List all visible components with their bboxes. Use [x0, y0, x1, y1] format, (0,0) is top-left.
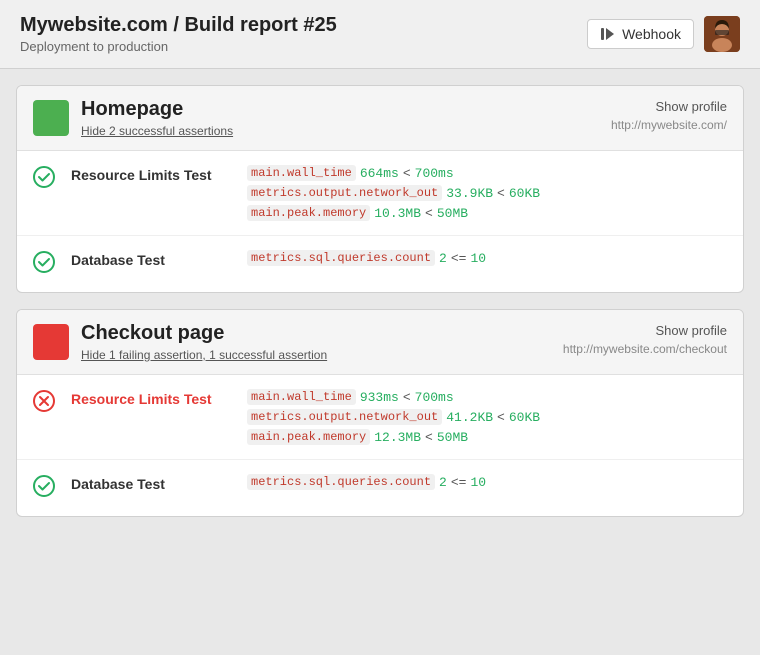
assertions-toggle-homepage[interactable]: Hide 2 successful assertions	[81, 124, 233, 138]
test-metrics-database-2: metrics.sql.queries.count 2 <=10	[247, 474, 486, 490]
metric-limit: 10	[470, 251, 486, 266]
metric-value: 12.3MB	[374, 430, 421, 445]
metric-line-database-0: metrics.sql.queries.count 2 <=10	[247, 250, 486, 266]
metric-operator: <	[497, 186, 505, 201]
test-metrics-resource-limits: main.wall_time 664ms <700ms metrics.output.…	[247, 165, 540, 221]
metric-limit: 700ms	[415, 166, 454, 181]
webhook-play-icon	[600, 26, 616, 42]
section-url-checkout: http://mywebsite.com/checkout	[563, 342, 727, 356]
test-status-icon-resource-limits-2	[33, 390, 55, 417]
section-name-checkout: Checkout page	[81, 322, 327, 345]
test-status-icon-resource-limits	[33, 166, 55, 193]
metric-line-resource-limits-2-1: metrics.output.network_out 41.2KB <60KB	[247, 409, 540, 425]
metric-limit: 50MB	[437, 206, 468, 221]
status-square-checkout	[33, 324, 69, 360]
header-left: Mywebsite.com / Build report #25 Deploym…	[20, 14, 337, 54]
section-card-checkout: Checkout page Hide 1 failing assertion, 1…	[16, 309, 744, 517]
test-row-resource-limits-2: Resource Limits Test main.wall_time 933ms <…	[17, 375, 743, 460]
metric-value: 2	[439, 251, 447, 266]
test-status-icon-database	[33, 251, 55, 278]
metric-value: 10.3MB	[374, 206, 421, 221]
metric-operator: <	[425, 430, 433, 445]
section-card-homepage: Homepage Hide 2 successful assertions Show…	[16, 85, 744, 293]
metric-key: metrics.output.network_out	[247, 409, 442, 425]
metric-value: 664ms	[360, 166, 399, 181]
metric-key: metrics.sql.queries.count	[247, 250, 435, 266]
test-status-icon-database-2	[33, 475, 55, 502]
metric-line-resource-limits-0: main.wall_time 664ms <700ms	[247, 165, 540, 181]
section-header-checkout: Checkout page Hide 1 failing assertion, 1…	[17, 310, 743, 375]
main-content: Homepage Hide 2 successful assertions Show…	[0, 69, 760, 533]
metric-operator: <	[403, 166, 411, 181]
header-right: Webhook	[587, 16, 740, 52]
metric-line-resource-limits-2-2: main.peak.memory 12.3MB <50MB	[247, 429, 540, 445]
metric-value: 2	[439, 475, 447, 490]
webhook-label: Webhook	[622, 26, 681, 42]
show-profile-link-homepage[interactable]: Show profile	[655, 99, 727, 114]
metric-line-resource-limits-2-0: main.wall_time 933ms <700ms	[247, 389, 540, 405]
metric-operator: <	[403, 390, 411, 405]
metric-operator: <=	[451, 475, 467, 490]
metric-operator: <=	[451, 251, 467, 266]
avatar[interactable]	[704, 16, 740, 52]
metric-key: main.wall_time	[247, 389, 356, 405]
metric-key: metrics.output.network_out	[247, 185, 442, 201]
test-name-database: Database Test	[71, 250, 231, 268]
webhook-button[interactable]: Webhook	[587, 19, 694, 49]
metric-limit: 60KB	[509, 186, 540, 201]
metric-value: 933ms	[360, 390, 399, 405]
section-header-homepage: Homepage Hide 2 successful assertions Show…	[17, 86, 743, 151]
metric-operator: <	[425, 206, 433, 221]
metric-operator: <	[497, 410, 505, 425]
assertions-toggle-checkout[interactable]: Hide 1 failing assertion, 1 successful a…	[81, 348, 327, 362]
page-subtitle: Deployment to production	[20, 39, 337, 54]
test-name-resource-limits-2: Resource Limits Test	[71, 389, 231, 407]
section-name-homepage: Homepage	[81, 98, 233, 121]
metric-key: main.wall_time	[247, 165, 356, 181]
test-metrics-resource-limits-2: main.wall_time 933ms <700ms metrics.output.…	[247, 389, 540, 445]
test-row-resource-limits: Resource Limits Test main.wall_time 664ms <…	[17, 151, 743, 236]
metric-line-resource-limits-1: metrics.output.network_out 33.9KB <60KB	[247, 185, 540, 201]
test-name-database-2: Database Test	[71, 474, 231, 492]
metric-line-database-2-0: metrics.sql.queries.count 2 <=10	[247, 474, 486, 490]
test-name-resource-limits: Resource Limits Test	[71, 165, 231, 183]
metric-key: main.peak.memory	[247, 205, 370, 221]
metric-limit: 50MB	[437, 430, 468, 445]
metric-limit: 10	[470, 475, 486, 490]
metric-value: 41.2KB	[446, 410, 493, 425]
test-metrics-database: metrics.sql.queries.count 2 <=10	[247, 250, 486, 266]
section-url-homepage: http://mywebsite.com/	[611, 118, 727, 132]
test-row-database-2: Database Test metrics.sql.queries.count 2 <…	[17, 460, 743, 516]
page-header: Mywebsite.com / Build report #25 Deploym…	[0, 0, 760, 69]
test-row-database: Database Test metrics.sql.queries.count 2 <…	[17, 236, 743, 292]
metric-key: metrics.sql.queries.count	[247, 474, 435, 490]
show-profile-link-checkout[interactable]: Show profile	[655, 323, 727, 338]
status-square-homepage	[33, 100, 69, 136]
page-title: Mywebsite.com / Build report #25	[20, 14, 337, 37]
metric-limit: 60KB	[509, 410, 540, 425]
metric-line-resource-limits-2: main.peak.memory 10.3MB <50MB	[247, 205, 540, 221]
metric-value: 33.9KB	[446, 186, 493, 201]
metric-limit: 700ms	[415, 390, 454, 405]
metric-key: main.peak.memory	[247, 429, 370, 445]
